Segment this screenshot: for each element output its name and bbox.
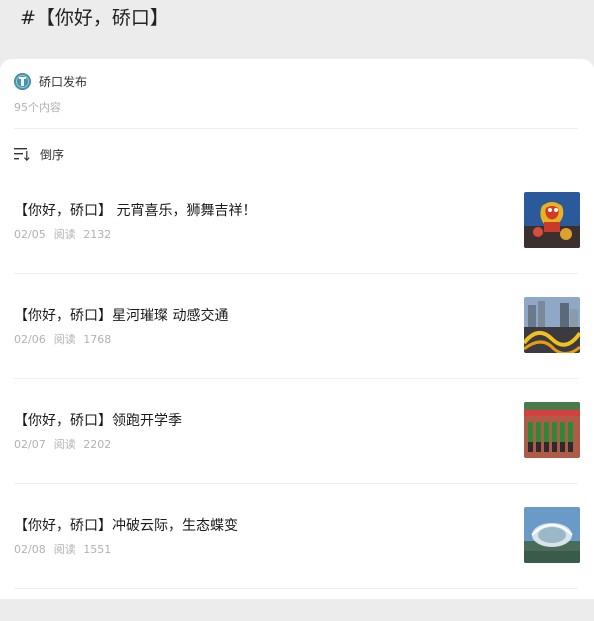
- article-date: 02/08: [14, 543, 46, 556]
- article-meta: 02/05 阅读 2132: [14, 228, 111, 242]
- article-meta: 02/08 阅读 1551: [14, 543, 111, 557]
- read-label: 阅读: [53, 228, 76, 241]
- article-date: 02/06: [14, 333, 46, 346]
- article-thumbnail[interactable]: [524, 192, 580, 248]
- account-logo-icon[interactable]: [14, 72, 31, 90]
- read-count: 2132: [83, 228, 112, 241]
- read-label: 阅读: [53, 438, 76, 451]
- read-count: 1768: [83, 333, 112, 346]
- article-item[interactable]: 【你好，硚口】星河璀璨 动感交通 02/06 阅读 1768: [14, 297, 580, 411]
- read-label: 阅读: [53, 333, 76, 346]
- read-count: 2202: [83, 438, 112, 451]
- article-meta: 02/07 阅读 2202: [14, 438, 111, 452]
- account-name[interactable]: 硚口发布: [39, 73, 87, 90]
- sort-toggle[interactable]: 倒序: [14, 145, 64, 163]
- article-thumbnail[interactable]: [524, 297, 580, 353]
- content-card: 硚口发布 95个内容 倒序 【你好，硚口】 元宵喜乐，狮舞吉祥！ 02/05 阅读…: [0, 59, 594, 599]
- article-date: 02/07: [14, 438, 46, 451]
- divider: [14, 378, 578, 379]
- sort-label: 倒序: [40, 147, 65, 162]
- article-thumbnail[interactable]: [524, 402, 580, 458]
- article-item[interactable]: 【你好，硚口】 元宵喜乐，狮舞吉祥！ 02/05 阅读 2132: [14, 192, 580, 306]
- divider: [14, 128, 578, 129]
- content-count: 95个内容: [14, 101, 61, 114]
- read-label: 阅读: [53, 543, 76, 556]
- article-title[interactable]: 【你好，硚口】领跑开学季: [14, 411, 182, 431]
- article-title[interactable]: 【你好，硚口】星河璀璨 动感交通: [14, 306, 228, 326]
- article-title[interactable]: 【你好，硚口】 元宵喜乐，狮舞吉祥！: [14, 201, 256, 221]
- article-item[interactable]: 【你好，硚口】冲破云际，生态蝶变 02/08 阅读 1551: [14, 507, 580, 621]
- account-row[interactable]: 硚口发布: [14, 72, 87, 90]
- divider: [14, 483, 578, 484]
- article-title[interactable]: 【你好，硚口】冲破云际，生态蝶变: [14, 516, 238, 536]
- article-item[interactable]: 【你好，硚口】领跑开学季 02/07 阅读 2202: [14, 402, 580, 516]
- topic-title: #【你好，硚口】: [20, 7, 169, 29]
- divider: [14, 273, 578, 274]
- divider: [14, 588, 578, 589]
- read-count: 1551: [83, 543, 112, 556]
- article-meta: 02/06 阅读 1768: [14, 333, 111, 347]
- article-date: 02/05: [14, 228, 46, 241]
- sort-descending-icon: [14, 148, 30, 161]
- article-thumbnail[interactable]: [524, 507, 580, 563]
